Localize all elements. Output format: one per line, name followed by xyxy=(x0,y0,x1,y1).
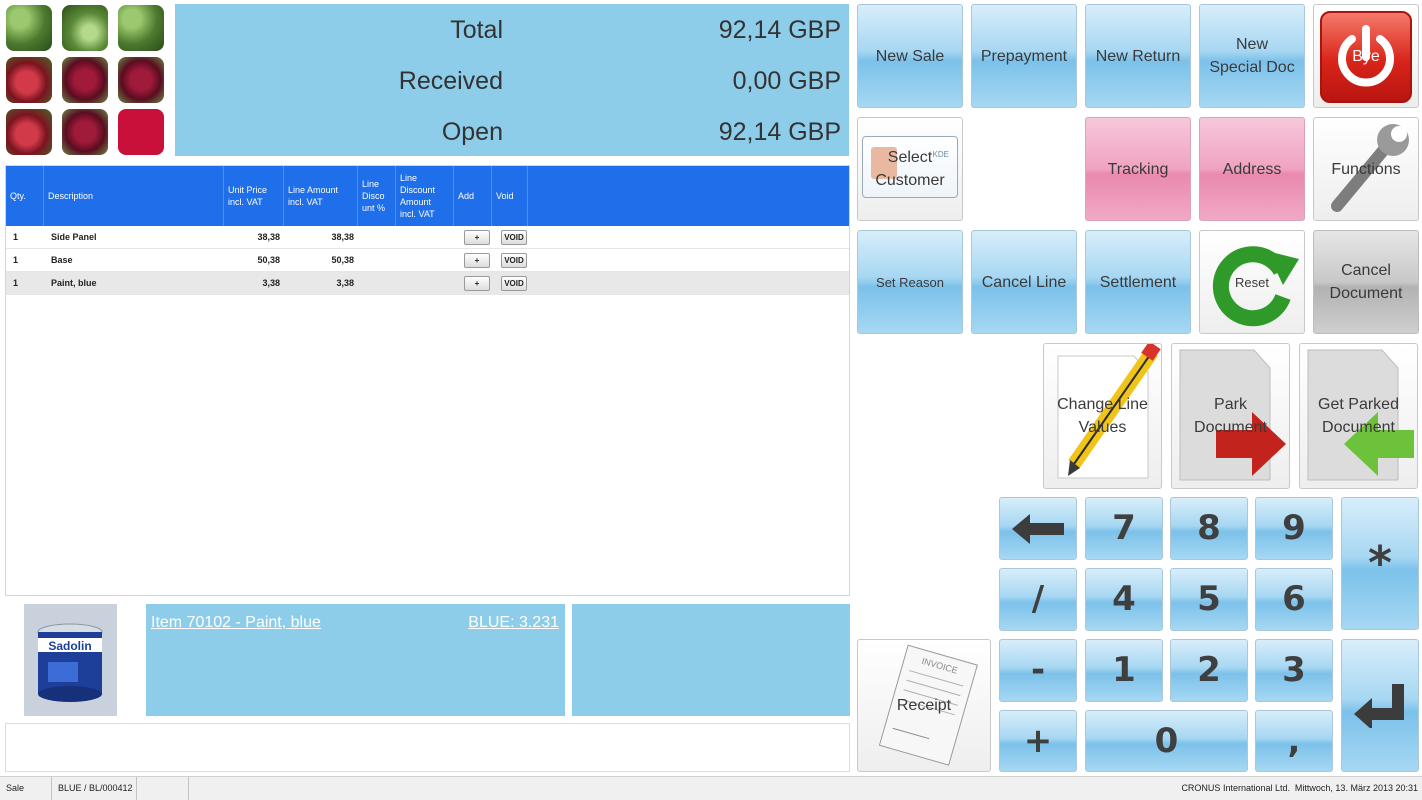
status-empty xyxy=(137,777,189,800)
cell-line-amount: 50,38 xyxy=(331,255,354,265)
received-value: 0,00 GBP xyxy=(732,67,841,95)
new-return-button[interactable]: New Return xyxy=(1085,4,1191,108)
change-line-values-button[interactable]: Change Line Values xyxy=(1043,343,1162,489)
add-button[interactable]: + xyxy=(464,253,490,268)
select-customer-button[interactable]: KDE Select Customer xyxy=(857,117,963,221)
col-line-discount-pct[interactable]: Line Disco unt % xyxy=(358,166,396,226)
col-line-amount[interactable]: Line Amount incl. VAT xyxy=(284,166,358,226)
logo-tile xyxy=(118,5,164,51)
key-9[interactable]: 9 xyxy=(1255,497,1333,560)
key-3[interactable]: 3 xyxy=(1255,639,1333,702)
cell-unit-price: 38,38 xyxy=(257,232,280,242)
void-button[interactable]: VOID xyxy=(501,230,527,245)
key-0[interactable]: 0 xyxy=(1085,710,1248,772)
grid-header: Qty. Description Unit Price incl. VAT Li… xyxy=(6,166,849,226)
item-extra-panel xyxy=(572,604,850,716)
table-row[interactable]: 1 Side Panel 38,38 38,38 + VOID xyxy=(6,226,849,249)
cancel-line-button[interactable]: Cancel Line xyxy=(971,230,1077,334)
status-company: CRONUS International Ltd. xyxy=(1181,783,1290,793)
key-8[interactable]: 8 xyxy=(1170,497,1248,560)
void-button[interactable]: VOID xyxy=(501,253,527,268)
col-qty[interactable]: Qty. xyxy=(6,166,44,226)
key-minus[interactable]: - xyxy=(999,639,1077,702)
cell-qty: 1 xyxy=(13,255,19,265)
logo xyxy=(6,5,166,157)
col-line-discount-amount[interactable]: Line Discount Amount incl. VAT xyxy=(396,166,454,226)
get-parked-document-button[interactable]: Get Parked Document xyxy=(1299,343,1418,489)
status-datetime: Mittwoch, 13. März 2013 20:31 xyxy=(1294,783,1418,793)
logo-tile xyxy=(62,57,108,103)
key-divide[interactable]: / xyxy=(999,568,1077,631)
col-description[interactable]: Description xyxy=(44,166,224,226)
item-image: Sadolin xyxy=(24,604,117,716)
key-1[interactable]: 1 xyxy=(1085,639,1163,702)
enter-button[interactable] xyxy=(1341,639,1419,772)
enter-arrow-icon xyxy=(1354,683,1404,728)
svg-text:Sadolin: Sadolin xyxy=(48,639,91,653)
key-multiply[interactable]: * xyxy=(1341,497,1419,630)
cell-description: Paint, blue xyxy=(51,278,97,288)
item-info-panel: Item 70102 - Paint, blue BLUE: 3.231 xyxy=(146,604,565,716)
new-sale-button[interactable]: New Sale xyxy=(857,4,963,108)
reset-button[interactable]: Reset xyxy=(1199,230,1305,334)
item-stock-link[interactable]: BLUE: 3.231 xyxy=(468,614,559,632)
functions-button[interactable]: Functions xyxy=(1313,117,1419,221)
tracking-button[interactable]: Tracking xyxy=(1085,117,1191,221)
paint-can-image: Sadolin xyxy=(24,604,117,716)
void-button[interactable]: VOID xyxy=(501,276,527,291)
status-mode: Sale xyxy=(0,777,52,800)
park-document-button[interactable]: Park Document xyxy=(1171,343,1290,489)
cell-unit-price: 3,38 xyxy=(262,278,280,288)
status-bar: Sale BLUE / BL/000412 CRONUS Internation… xyxy=(0,776,1422,800)
address-button[interactable]: Address xyxy=(1199,117,1305,221)
logo-tile xyxy=(6,109,52,155)
key-2[interactable]: 2 xyxy=(1170,639,1248,702)
key-5[interactable]: 5 xyxy=(1170,568,1248,631)
logo-tile xyxy=(6,57,52,103)
logo-tile xyxy=(118,57,164,103)
cell-description: Side Panel xyxy=(51,232,97,242)
item-link[interactable]: Item 70102 - Paint, blue xyxy=(151,614,321,632)
cell-description: Base xyxy=(51,255,73,265)
key-comma[interactable]: , xyxy=(1255,710,1333,772)
open-value: 92,14 GBP xyxy=(718,118,841,146)
message-line xyxy=(5,723,850,772)
key-6[interactable]: 6 xyxy=(1255,568,1333,631)
key-plus[interactable]: + xyxy=(999,710,1077,772)
status-document: BLUE / BL/000412 xyxy=(52,777,137,800)
receipt-button[interactable]: INVOICE Receipt xyxy=(857,639,991,772)
open-label: Open xyxy=(441,118,503,146)
cell-line-amount: 3,38 xyxy=(336,278,354,288)
logo-tile xyxy=(6,5,52,51)
total-value: 92,14 GBP xyxy=(718,16,841,44)
col-void[interactable]: Void xyxy=(492,166,528,226)
col-add[interactable]: Add xyxy=(454,166,492,226)
total-label: Total xyxy=(450,16,503,44)
key-4[interactable]: 4 xyxy=(1085,568,1163,631)
settlement-button[interactable]: Settlement xyxy=(1085,230,1191,334)
totals-panel: Total 92,14 GBP Received 0,00 GBP Open 9… xyxy=(175,4,849,156)
sales-lines-grid[interactable]: Qty. Description Unit Price incl. VAT Li… xyxy=(5,165,850,596)
add-button[interactable]: + xyxy=(464,276,490,291)
table-row[interactable]: 1 Base 50,38 50,38 + VOID xyxy=(6,249,849,272)
logo-tile xyxy=(118,109,164,155)
add-button[interactable]: + xyxy=(464,230,490,245)
cell-qty: 1 xyxy=(13,232,19,242)
backspace-button[interactable] xyxy=(999,497,1077,560)
new-special-doc-button[interactable]: New Special Doc xyxy=(1199,4,1305,108)
table-row[interactable]: 1 Paint, blue 3,38 3,38 + VOID xyxy=(6,272,849,295)
bye-button[interactable]: Bye xyxy=(1313,4,1419,108)
cell-line-amount: 38,38 xyxy=(331,232,354,242)
received-label: Received xyxy=(398,67,503,95)
key-7[interactable]: 7 xyxy=(1085,497,1163,560)
cancel-document-button[interactable]: Cancel Document xyxy=(1313,230,1419,334)
set-reason-button[interactable]: Set Reason xyxy=(857,230,963,334)
cell-unit-price: 50,38 xyxy=(257,255,280,265)
cell-qty: 1 xyxy=(13,278,19,288)
col-unit-price[interactable]: Unit Price incl. VAT xyxy=(224,166,284,226)
logo-tile xyxy=(62,5,108,51)
logo-tile xyxy=(62,109,108,155)
prepayment-button[interactable]: Prepayment xyxy=(971,4,1077,108)
backspace-arrow-icon xyxy=(1012,513,1064,544)
